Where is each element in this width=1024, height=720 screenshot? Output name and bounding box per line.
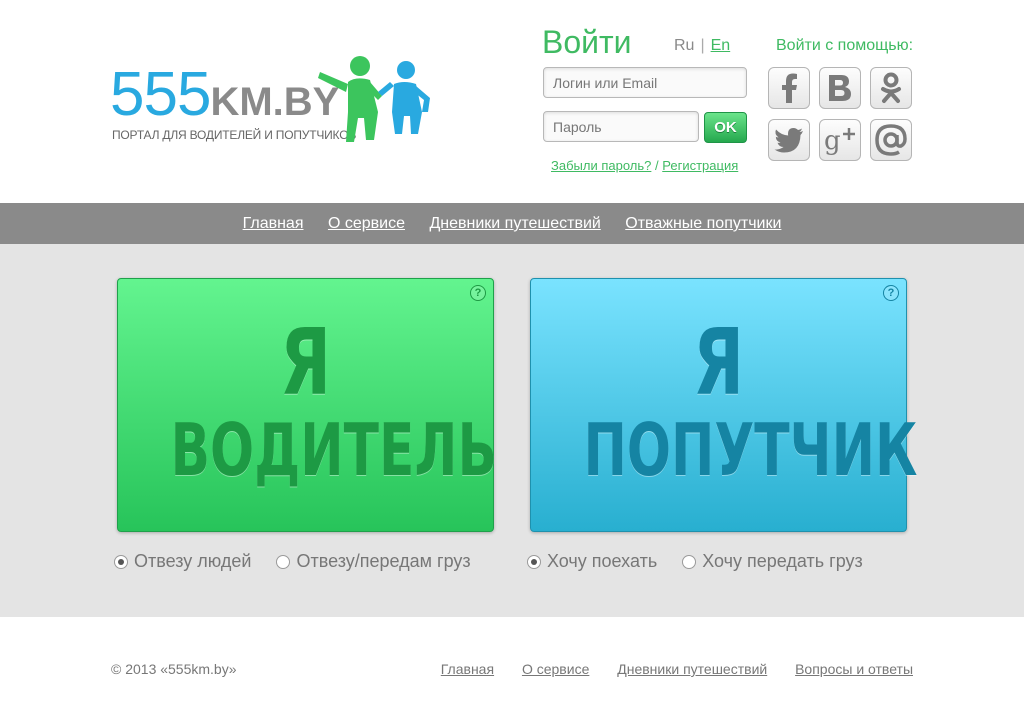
radio-label: Хочу поехать <box>547 551 658 571</box>
odnoklassniki-button[interactable] <box>870 67 912 109</box>
people-logo-icon <box>318 56 430 142</box>
facebook-button[interactable] <box>768 67 810 109</box>
vk-icon <box>829 75 851 101</box>
google-plus-button[interactable]: g <box>819 119 861 161</box>
vk-button[interactable] <box>819 67 861 109</box>
mail-at-button[interactable] <box>870 119 912 161</box>
register-link[interactable]: Регистрация <box>662 158 738 173</box>
copyright: © 2013 «555km.by» <box>111 661 237 677</box>
login-links: Забыли пароль? / Регистрация <box>551 158 738 173</box>
radio-carry-cargo[interactable]: Отвезу/передам груз <box>276 551 471 572</box>
passenger-help-icon[interactable]: ? <box>883 285 899 301</box>
login-link-separator: / <box>655 158 659 173</box>
ok-button[interactable]: OK <box>704 112 747 143</box>
radio-label: Отвезу/передам груз <box>296 551 471 571</box>
driver-options: Отвезу людей Отвезу/передам груз <box>114 551 491 574</box>
nav-travel-diaries[interactable]: Дневники путешествий <box>429 203 600 244</box>
header: 555KM.BY ПОРТАЛ ДЛЯ ВОДИТЕЛЕЙ И ПОПУТЧИК… <box>0 0 1024 203</box>
mail-at-icon <box>875 124 907 156</box>
google-plus-icon: g <box>824 126 855 155</box>
radio-label: Отвезу людей <box>134 551 252 571</box>
passenger-card-button[interactable]: ? Я ПОПУТЧИК <box>530 278 918 532</box>
logo-number: 555 <box>110 60 211 129</box>
lang-ru[interactable]: Ru <box>674 37 694 54</box>
password-input[interactable] <box>543 111 699 142</box>
driver-card-line1: Я <box>279 309 332 416</box>
radio-dot[interactable] <box>682 554 697 569</box>
footer-links: Главная О сервисе Дневники путешествий В… <box>417 661 913 677</box>
radio-dot[interactable] <box>276 554 291 569</box>
nav-about[interactable]: О сервисе <box>328 203 405 244</box>
passenger-options: Хочу поехать Хочу передать груз <box>527 551 883 574</box>
radio-dot-selected[interactable] <box>527 554 541 569</box>
role-selection: ? Я ВОДИТЕЛЬ ? Я ПОПУТЧИК Отвезу людей О… <box>0 244 1024 617</box>
driver-card-button[interactable]: ? Я ВОДИТЕЛЬ <box>117 278 497 532</box>
radio-carry-people[interactable]: Отвезу людей <box>114 551 251 572</box>
driver-help-icon[interactable]: ? <box>470 285 486 301</box>
radio-send-cargo[interactable]: Хочу передать груз <box>682 551 863 572</box>
facebook-icon <box>782 73 797 103</box>
nav-home[interactable]: Главная <box>243 203 304 244</box>
login-title: Войти <box>542 24 632 60</box>
radio-dot-selected[interactable] <box>114 554 128 569</box>
footer-link-faq[interactable]: Вопросы и ответы <box>795 661 913 677</box>
main-nav: Главная О сервисе Дневники путешествий О… <box>0 203 1024 244</box>
twitter-button[interactable] <box>768 119 810 161</box>
social-login-title: Войти с помощью: <box>776 37 914 54</box>
driver-card-line2: ВОДИТЕЛЬ <box>170 408 497 492</box>
footer-link-about[interactable]: О сервисе <box>522 661 589 677</box>
nav-brave-travelers[interactable]: Отважные попутчики <box>625 203 781 244</box>
passenger-card-line1: Я <box>692 309 745 416</box>
twitter-icon <box>774 128 803 153</box>
language-switcher: Ru | En <box>674 37 730 55</box>
radio-want-ride[interactable]: Хочу поехать <box>527 551 657 572</box>
lang-en[interactable]: En <box>711 37 731 54</box>
forgot-password-link[interactable]: Забыли пароль? <box>551 158 651 173</box>
footer: © 2013 «555km.by» Главная О сервисе Днев… <box>0 617 1024 720</box>
site-logo[interactable]: 555KM.BY ПОРТАЛ ДЛЯ ВОДИТЕЛЕЙ И ПОПУТЧИК… <box>110 52 440 147</box>
logo-wordmark: 555KM.BY <box>110 64 339 133</box>
odnoklassniki-icon <box>881 72 901 103</box>
svg-text:g: g <box>824 126 841 155</box>
lang-separator: | <box>700 37 705 54</box>
footer-link-travel-diaries[interactable]: Дневники путешествий <box>617 661 767 677</box>
footer-link-home[interactable]: Главная <box>441 661 494 677</box>
passenger-card-line2: ПОПУТЧИК <box>583 408 918 492</box>
radio-label: Хочу передать груз <box>702 551 863 571</box>
login-email-input[interactable] <box>543 67 747 98</box>
